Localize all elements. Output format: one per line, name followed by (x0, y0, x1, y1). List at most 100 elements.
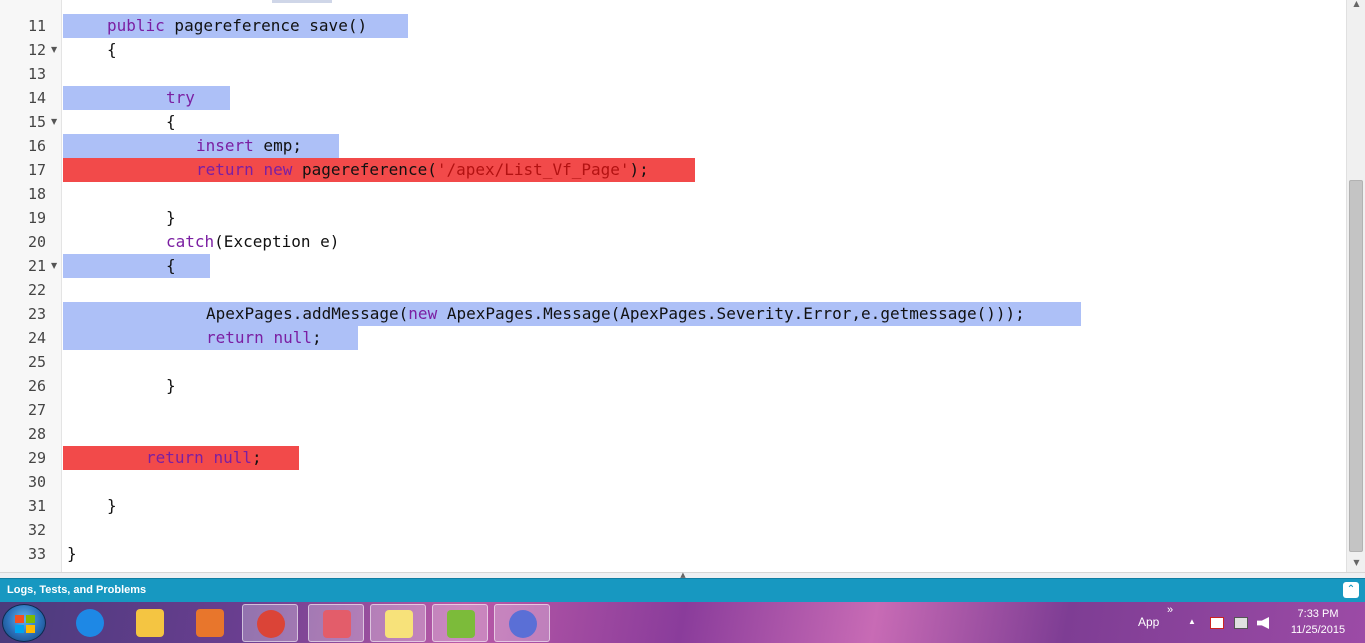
notepad-plus-icon (447, 610, 475, 638)
code-line[interactable]: { (107, 38, 117, 62)
code-line[interactable]: { (166, 110, 176, 134)
tray-overflow-icon[interactable]: » (1167, 604, 1173, 616)
line-number: 28 (27, 425, 46, 443)
double-chevron-up-icon[interactable]: ⌃ (1343, 582, 1359, 598)
code-text: ApexPages.Message(ApexPages.Severity.Err… (437, 304, 1025, 323)
line-number: 24 (27, 329, 46, 347)
taskbar-button[interactable] (182, 604, 238, 642)
tray-app-label[interactable]: App (1138, 615, 1159, 629)
line-number: 16 (27, 137, 46, 155)
code-line[interactable]: return null; (206, 326, 322, 350)
logs-tests-problems-panel[interactable]: Logs, Tests, and Problems ⌃ (0, 578, 1365, 602)
code-keyword: return (206, 328, 264, 347)
line-number: 30 (27, 473, 46, 491)
volume-speaker-icon[interactable] (1257, 617, 1269, 629)
code-text: pagereference save() (164, 16, 368, 35)
code-line[interactable]: return null; (146, 446, 262, 470)
snipping-tool-icon (323, 610, 351, 638)
line-number: 25 (27, 353, 46, 371)
code-line[interactable]: insert emp; (196, 134, 302, 158)
line-number: 32 (27, 521, 46, 539)
code-keyword: insert (196, 136, 254, 155)
show-hidden-icons-arrow-icon[interactable]: ▲ (1188, 617, 1196, 626)
line-number: 15 (27, 113, 46, 131)
vertical-scrollbar[interactable]: ▲ ▼ (1346, 0, 1365, 572)
scroll-down-arrow-icon[interactable]: ▼ (1347, 556, 1365, 570)
code-keyword: return (196, 160, 254, 179)
code-line[interactable]: public pagereference save() (107, 14, 367, 38)
code-line[interactable]: try (166, 86, 195, 110)
code-text: { (107, 40, 117, 59)
taskbar-button[interactable] (242, 604, 298, 642)
taskbar-button[interactable] (122, 604, 178, 642)
line-number: 27 (27, 401, 46, 419)
line-number: 33 (27, 545, 46, 563)
code-keyword: try (166, 88, 195, 107)
sticky-notes-icon (385, 610, 413, 638)
windows-taskbar: App » ▲ 7:33 PM 11/25/2015 (0, 602, 1365, 643)
line-number: 20 (27, 233, 46, 251)
fold-toggle-icon[interactable]: ▼ (51, 38, 57, 62)
code-text: } (67, 544, 77, 563)
fold-toggle-icon[interactable]: ▼ (51, 254, 57, 278)
code-text: } (107, 496, 117, 515)
taskbar-button[interactable] (370, 604, 426, 642)
code-line[interactable]: } (67, 542, 77, 566)
scroll-up-arrow-icon[interactable]: ▲ (1347, 0, 1365, 10)
line-number: 18 (27, 185, 46, 203)
taskbar-button[interactable] (62, 604, 118, 642)
code-text: (Exception e) (214, 232, 340, 251)
code-keyword: new (408, 304, 438, 323)
line-number: 19 (27, 209, 46, 227)
code-keyword: catch (166, 232, 215, 251)
code-editor[interactable]: 11 12 ▼ 13 14 15 ▼ 16 17 18 19 20 21 ▼ 22 23 24 25 26 27 28 2… (0, 0, 1365, 572)
code-line[interactable]: catch(Exception e) (166, 230, 339, 254)
line-number: 11 (27, 17, 46, 35)
line-number: 29 (27, 449, 46, 467)
code-text: ; (251, 448, 262, 467)
chrome-icon (257, 610, 285, 638)
code-keyword: null (273, 328, 312, 347)
code-line[interactable]: } (166, 374, 176, 398)
code-area[interactable]: public pagereference save() { try { insert e… (63, 0, 1346, 572)
file-explorer-icon (136, 609, 164, 637)
code-keyword: public (107, 16, 165, 35)
line-number: 17 (27, 161, 46, 179)
line-number: 14 (27, 89, 46, 107)
covered-line-highlight (63, 254, 210, 278)
line-number: 13 (27, 65, 46, 83)
clock-time: 7:33 PM (1297, 608, 1339, 620)
code-text: emp; (253, 136, 302, 155)
code-line[interactable]: { (166, 254, 176, 278)
internet-explorer-icon (76, 609, 104, 637)
action-center-flag-icon[interactable] (1210, 617, 1224, 629)
start-button[interactable] (2, 604, 46, 642)
code-keyword: null (213, 448, 252, 467)
taskbar-button[interactable] (308, 604, 364, 642)
code-text: ; (311, 328, 322, 347)
network-icon[interactable] (1234, 617, 1248, 629)
code-keyword: new (263, 160, 293, 179)
fold-toggle-icon[interactable]: ▼ (51, 110, 57, 134)
code-text: { (166, 256, 176, 275)
system-clock[interactable]: 7:33 PM 11/25/2015 (1282, 606, 1354, 638)
code-string: '/apex/List_Vf_Page' (436, 160, 630, 179)
code-line[interactable]: } (107, 494, 117, 518)
torrent-client-icon (509, 610, 537, 638)
taskbar-button[interactable] (494, 604, 550, 642)
line-number: 23 (27, 305, 46, 323)
code-text: pagereference( (292, 160, 437, 179)
windows-logo-icon (15, 615, 35, 633)
clock-date: 11/25/2015 (1290, 624, 1346, 636)
line-number-gutter: 11 12 ▼ 13 14 15 ▼ 16 17 18 19 20 21 ▼ 22 23 24 25 26 27 28 2… (0, 0, 62, 572)
line-number: 31 (27, 497, 46, 515)
covered-line-highlight (63, 86, 230, 110)
taskbar-button[interactable] (432, 604, 488, 642)
code-line[interactable]: ApexPages.addMessage(new ApexPages.Messa… (206, 302, 1025, 326)
code-line[interactable]: return new pagereference('/apex/List_Vf_… (196, 158, 649, 182)
scrollbar-thumb[interactable] (1349, 180, 1363, 552)
code-line[interactable]: } (166, 206, 176, 230)
